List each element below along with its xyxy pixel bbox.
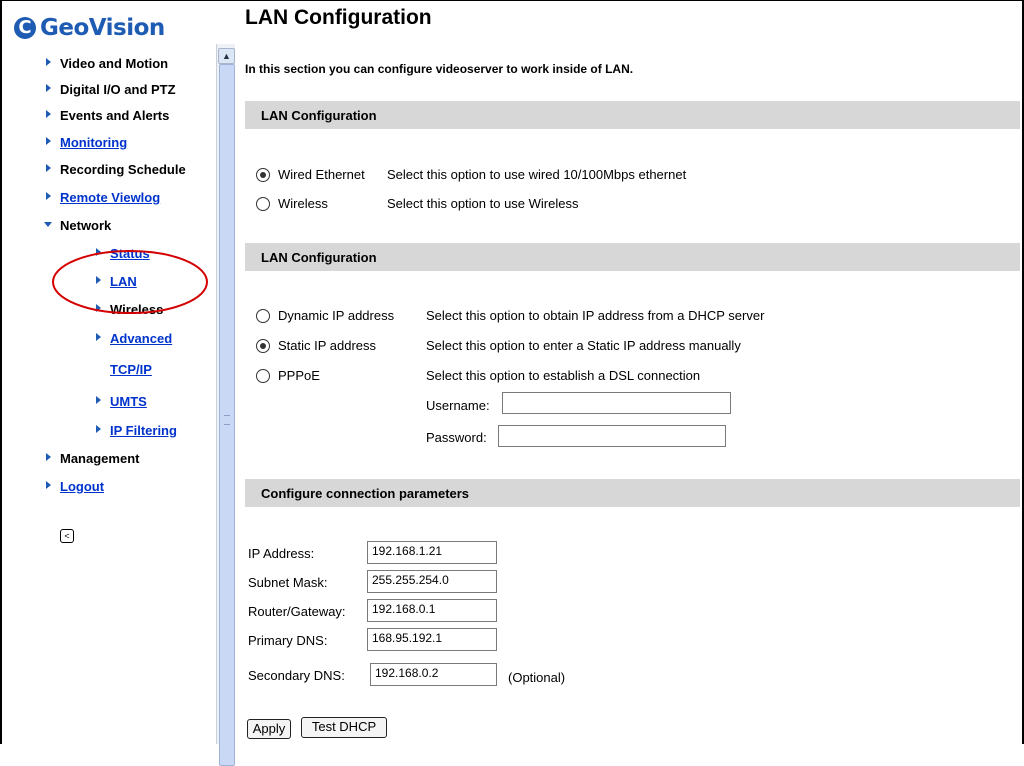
expand-arrow-icon: [96, 248, 101, 256]
logo-mark-icon: C: [14, 17, 36, 39]
scrollbar-grip-icon: [224, 415, 230, 425]
sidebar-item-monitoring[interactable]: Monitoring: [46, 135, 127, 150]
collapse-arrow-icon: [44, 222, 52, 227]
section-heading: LAN Configuration: [261, 108, 377, 123]
username-label: Username:: [426, 398, 490, 413]
radio-description: Select this option to enter a Static IP …: [426, 338, 741, 353]
sidebar-item-video-motion[interactable]: Video and Motion: [46, 56, 168, 71]
primary-dns-label: Primary DNS:: [248, 633, 328, 648]
sidebar-item-remote-viewlog[interactable]: Remote Viewlog: [46, 190, 160, 205]
sidebar-subitem-advanced[interactable]: Advanced: [96, 331, 172, 346]
radio-label: Dynamic IP address: [278, 308, 395, 323]
expand-arrow-icon: [46, 192, 51, 200]
radio-label: Wired Ethernet: [278, 167, 365, 182]
section-heading: LAN Configuration: [261, 250, 377, 265]
username-input[interactable]: [502, 392, 731, 414]
sidebar-subitem-ip-filtering[interactable]: IP Filtering: [96, 423, 177, 438]
logo-text: GeoVision: [40, 15, 165, 41]
section-header-lan-config-1: LAN Configuration: [245, 101, 1020, 129]
ip-address-label: IP Address:: [248, 546, 315, 561]
radio-description: Select this option to use wired 10/100Mb…: [387, 167, 687, 182]
collapse-left-icon[interactable]: <: [60, 529, 74, 543]
expand-arrow-icon: [46, 453, 51, 461]
ip-address-input[interactable]: 192.168.1.21: [367, 541, 497, 564]
expand-arrow-icon: [96, 276, 101, 284]
optional-note: (Optional): [508, 670, 566, 685]
sidebar-item-management[interactable]: Management: [46, 451, 139, 466]
sidebar-subitem-status[interactable]: Status: [96, 246, 150, 261]
radio-button[interactable]: [256, 168, 270, 182]
secondary-dns-label: Secondary DNS:: [248, 668, 345, 683]
expand-arrow-icon: [96, 396, 101, 404]
sidebar-subitem-wireless[interactable]: Wireless: [96, 302, 163, 317]
radio-label: Wireless: [278, 196, 328, 211]
sidebar-item-events-alerts[interactable]: Events and Alerts: [46, 108, 169, 123]
sidebar-item-digital-io-ptz[interactable]: Digital I/O and PTZ: [46, 82, 176, 97]
expand-arrow-icon: [46, 58, 51, 66]
sidebar-subitem-lan[interactable]: LAN: [96, 274, 137, 289]
subnet-mask-input[interactable]: 255.255.254.0: [367, 570, 497, 593]
subnet-mask-label: Subnet Mask:: [248, 575, 328, 590]
password-input[interactable]: [498, 425, 726, 447]
sidebar-scrollbar[interactable]: ▲: [216, 44, 235, 766]
radio-label: PPPoE: [278, 368, 320, 383]
intro-text: In this section you can configure videos…: [245, 62, 634, 76]
sidebar-item-recording-schedule[interactable]: Recording Schedule: [46, 162, 186, 177]
expand-arrow-icon: [96, 333, 101, 341]
apply-button[interactable]: Apply: [247, 719, 291, 739]
radio-button[interactable]: [256, 309, 270, 323]
primary-dns-input[interactable]: 168.95.192.1: [367, 628, 497, 651]
page-title: LAN Configuration: [245, 6, 432, 29]
radio-button[interactable]: [256, 197, 270, 211]
radio-description: Select this option to use Wireless: [387, 196, 579, 211]
expand-arrow-icon: [46, 84, 51, 92]
expand-arrow-icon: [96, 425, 101, 433]
radio-button[interactable]: [256, 339, 270, 353]
expand-arrow-icon: [46, 481, 51, 489]
radio-description: Select this option to establish a DSL co…: [426, 368, 701, 383]
sidebar-nav: C GeoVision Video and Motion Digital I/O…: [2, 1, 216, 744]
test-dhcp-button[interactable]: Test DHCP: [301, 717, 387, 738]
section-heading: Configure connection parameters: [261, 486, 470, 501]
expand-arrow-icon: [96, 304, 101, 312]
sidebar-subitem-umts[interactable]: UMTS: [96, 394, 147, 409]
gateway-label: Router/Gateway:: [248, 604, 346, 619]
expand-arrow-icon: [46, 164, 51, 172]
secondary-dns-input[interactable]: 192.168.0.2: [370, 663, 497, 686]
expand-arrow-icon: [46, 137, 51, 145]
radio-label: Static IP address: [278, 338, 377, 353]
expand-arrow-icon: [46, 110, 51, 118]
password-label: Password:: [426, 430, 487, 445]
scrollbar-thumb[interactable]: [219, 64, 235, 766]
section-header-lan-config-2: LAN Configuration: [245, 243, 1020, 271]
scroll-up-arrow-icon[interactable]: ▲: [218, 48, 235, 64]
sidebar-item-logout[interactable]: Logout: [46, 479, 104, 494]
section-header-connection-params: Configure connection parameters: [245, 479, 1020, 507]
sidebar-item-network[interactable]: Network: [44, 218, 111, 233]
sidebar-subitem-tcpip[interactable]: TCP/IP: [110, 362, 152, 377]
gateway-input[interactable]: 192.168.0.1: [367, 599, 497, 622]
radio-button[interactable]: [256, 369, 270, 383]
radio-description: Select this option to obtain IP address …: [426, 308, 765, 323]
